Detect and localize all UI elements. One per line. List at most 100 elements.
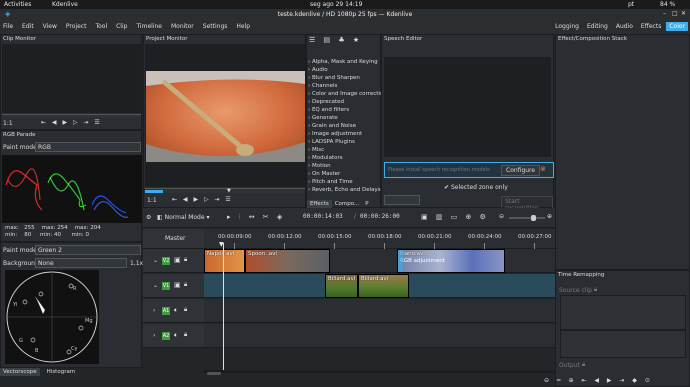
timeline-timecode[interactable]: 00:00:14:03 [303,213,343,220]
selected-zone-checkbox[interactable]: ✔ Selected zone only [444,184,508,191]
track-header-v1[interactable]: ⌄ V1 ▣ 🔒︎ [143,274,204,298]
effect-category-item[interactable]: › Modulators [308,154,381,162]
effect-category-item[interactable]: › LADSPA Plugins [308,138,381,146]
clip-monitor-transport[interactable]: ⇤ ◀ ▶ ▷ ⇥ ☰ [41,119,102,126]
collapse-chevron-icon[interactable]: ⌄ [153,257,158,264]
clip-monitor-screen[interactable] [2,44,141,113]
clip-spoon[interactable]: Spoon .avi [245,249,330,273]
configure-button[interactable]: Configure [501,165,541,176]
master-header[interactable]: Master [143,229,204,249]
lock-icon[interactable]: 🔒︎ [184,331,187,339]
clip-napoli[interactable]: Napoli.avi [204,249,245,273]
playhead-marker-icon[interactable]: ▼ [219,241,224,248]
close-message-icon[interactable]: ⊗ [540,165,546,173]
track-name-badge[interactable]: A1 [162,307,170,315]
menu-file[interactable]: File [3,23,13,30]
source-lock-icon[interactable]: 🔒︎ [594,286,597,294]
effect-category-item[interactable]: › Grain and Noise [308,122,381,130]
menu-tool[interactable]: Tool [95,23,107,30]
effects-toolbar[interactable]: ☰ ▤ ♣ ★ [309,36,362,44]
zone-marker[interactable] [145,190,163,193]
film-icon[interactable]: ▣ [174,281,181,289]
menu-help[interactable]: Help [236,23,250,30]
vectorscope-zoom[interactable]: 1,1x [130,260,143,267]
effects-tab-2[interactable]: P [362,200,371,208]
track-header-a1[interactable]: › A1 🔈︎ 🔒︎ [143,299,204,323]
speaker-icon[interactable]: 🔈︎ [174,331,178,340]
effect-category-item[interactable]: › Misc [308,146,381,154]
activities-button[interactable]: Activities [4,1,31,8]
background-select[interactable]: None [35,258,127,268]
speech-text-area[interactable] [384,57,551,157]
clip-monitor-zoom[interactable]: 1:1 [3,120,13,127]
clip-monitor-ruler[interactable] [2,114,141,118]
effects-tab-0[interactable]: Effects [307,200,332,208]
bottom-scroll-handle[interactable] [207,372,221,375]
film-icon[interactable]: ▣ [174,256,181,264]
timeline-tools[interactable]: ▸ ⫶ ↔ ✂ ◈ [227,213,285,222]
menu-project[interactable]: Project [66,23,87,30]
speaker-icon[interactable]: 🔈︎ [174,306,178,315]
tab-vectorscope[interactable]: Vectorscope [0,368,40,376]
vector-paint-mode-select[interactable]: Green 2 [35,245,141,255]
menu-settings[interactable]: Settings [203,23,228,30]
menu-view[interactable]: View [43,23,57,30]
timeline-scrollbar[interactable] [204,370,555,373]
effects-tab-1[interactable]: Compo... [332,200,363,208]
timeline-playhead[interactable] [223,243,224,370]
layout-color[interactable]: Color [666,22,688,31]
project-monitor-transport[interactable]: ⇤ ◀ ▶ ▷ ⇥ ☰ [172,196,233,203]
track-name-badge[interactable]: V2 [162,257,170,265]
clock[interactable]: seg ago 29 14:19 [310,1,362,8]
effect-category-item[interactable]: › EQ and filters [308,106,381,114]
lane-a2[interactable] [204,324,555,348]
effect-category-item[interactable]: › Image adjustment [308,130,381,138]
timeline-ruler[interactable]: 00:00:09:00 00:00:12:00 00:00:15:00 00:00:1… [204,229,555,249]
playhead-icon[interactable]: ▼ [227,188,231,194]
parade-paint-mode-select[interactable]: RGB [35,142,141,152]
zoom-out-icon[interactable]: ⊖ [499,213,504,220]
track-name-badge[interactable]: A2 [162,332,170,340]
track-name-badge[interactable]: V1 [162,282,170,290]
lock-icon[interactable]: 🔒︎ [184,306,187,314]
layout-logging[interactable]: Logging [552,22,582,31]
menu-timeline[interactable]: Timeline [136,23,162,30]
menu-clip[interactable]: Clip [116,23,127,30]
track-header-v2[interactable]: ⌄ V2 ▣ 🔒︎ [143,249,204,273]
timeline-mode-select[interactable]: ◧ Normal Mode ▾ [157,214,209,221]
effect-category-item[interactable]: › On Master [308,170,381,178]
track-header-a2[interactable]: › A2 🔈︎ 🔒︎ [143,324,204,348]
clip-billard-1[interactable]: Billard.avi [325,274,358,298]
remap-controls[interactable]: ⊖ ━ ⊕ ⇤ ◀ ▶ ⇥ ◆ ⊙ [544,377,653,384]
model-select[interactable] [384,195,420,205]
project-monitor-zoom[interactable]: 1:1 [147,197,157,204]
lock-icon[interactable]: 🔒︎ [184,281,187,289]
zoom-in-icon[interactable]: ⊕ [547,213,552,220]
track-settings-icon[interactable]: ⚙ [146,214,151,221]
clip-billard-2[interactable]: Billard.avi [358,274,409,298]
collapse-chevron-icon[interactable]: ⌄ [153,282,158,289]
effect-category-item[interactable]: › Color and Image correction [308,90,381,98]
effect-category-item[interactable]: › Reverb, Echo and Delays [308,186,381,194]
lane-a1[interactable] [204,299,555,323]
remap-source-area[interactable] [560,295,686,330]
effect-category-item[interactable]: › Motion [308,162,381,170]
menu-monitor[interactable]: Monitor [171,23,194,30]
layout-editing[interactable]: Editing [584,22,611,31]
effect-category-item[interactable]: › Channels [308,82,381,90]
layout-effects[interactable]: Effects [638,22,664,31]
output-lock-icon[interactable]: 🔒︎ [582,361,585,369]
maximize-icon[interactable]: □ [672,10,678,17]
effect-category-item[interactable]: › Pitch and Time [308,178,381,186]
timeline-edit-tools[interactable]: ▣ ▥ ▭ ⊕ ⚙ [421,213,489,221]
collapse-chevron-icon[interactable]: › [153,332,155,339]
effect-category-item[interactable]: › Generate [308,114,381,122]
collapse-chevron-icon[interactable]: › [153,307,155,314]
effect-category-item[interactable]: › Deprecated [308,98,381,106]
effect-category-item[interactable]: › Blur and Sharpen [308,74,381,82]
language-indicator[interactable]: pt [628,1,634,8]
project-monitor-ruler[interactable]: ▼ [145,188,305,194]
close-icon[interactable]: ✕ [681,10,686,17]
clip-piano[interactable]: Piano.avi RGB adjustment [397,249,505,273]
tab-histogram[interactable]: Histogram [44,368,79,376]
